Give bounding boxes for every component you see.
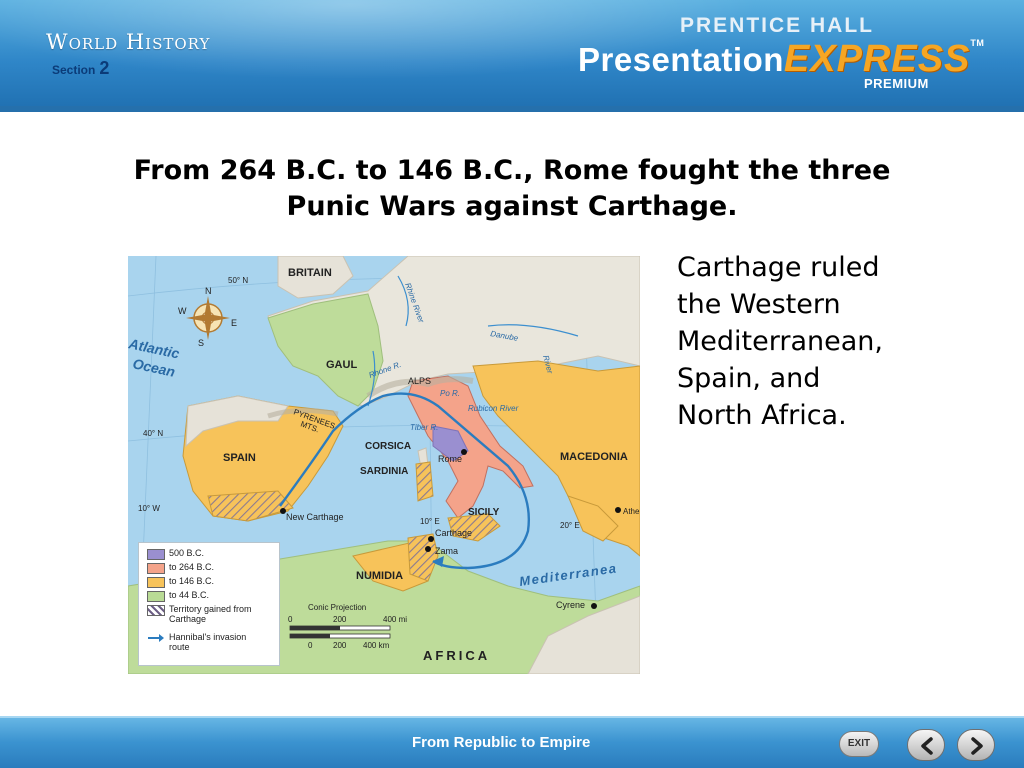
punic-wars-map: N S E W BRITAIN GAUL SPAIN CORSICA SARDI…	[128, 256, 640, 674]
next-slide-button[interactable]	[957, 729, 995, 761]
label-gaul: GAUL	[326, 359, 357, 371]
label-po: Po R.	[440, 389, 460, 398]
body-line: Spain, and	[677, 363, 821, 394]
label-macedonia: MACEDONIA	[560, 451, 628, 463]
series-title: World History	[46, 30, 211, 54]
label-britain: BRITAIN	[288, 267, 332, 279]
legend-swatch	[147, 591, 165, 602]
previous-slide-button[interactable]	[907, 729, 945, 761]
header-banner: World History Section 2 PRENTICE HALL Pre…	[0, 0, 1024, 112]
scale-km-200: 200	[333, 641, 347, 650]
label-rome: Rome	[438, 454, 462, 464]
label-africa: AFRICA	[423, 648, 490, 663]
scale-km-0: 0	[308, 641, 313, 650]
label-sardinia: SARDINIA	[360, 466, 408, 477]
body-line: Carthage ruled	[677, 252, 880, 283]
trademark-mark: TM	[970, 38, 985, 48]
sardinia	[415, 461, 434, 502]
map-legend: 500 B.C. to 264 B.C. to 146 B.C. to 44 B…	[138, 542, 280, 666]
compass-n: N	[205, 286, 212, 296]
body-line: North Africa.	[677, 400, 847, 431]
legend-swatch	[147, 549, 165, 560]
slide-body-text: Carthage ruled the Western Mediterranean…	[677, 249, 997, 434]
label-sicily: SICILY	[468, 507, 500, 518]
slide-heading: From 264 B.C. to 146 B.C., Rome fought t…	[40, 153, 984, 225]
heading-line-2: Punic Wars against Carthage.	[286, 191, 738, 222]
label-athens: Athe	[623, 507, 640, 516]
section-number: 2	[99, 58, 110, 78]
legend-swatch-hatched	[147, 605, 165, 616]
label-lon10e: 10° E	[420, 517, 440, 526]
label-lon10w: 10° W	[138, 504, 160, 513]
route-arrow-icon	[148, 634, 164, 642]
scale-mi-400: 400 mi	[383, 615, 407, 624]
compass-w: W	[178, 306, 187, 316]
chevron-left-icon	[921, 737, 933, 755]
label-cyrene: Cyrene	[556, 600, 585, 610]
rome-marker	[461, 449, 467, 455]
heading-line-1: From 264 B.C. to 146 B.C., Rome fought t…	[133, 155, 891, 186]
label-corsica: CORSICA	[365, 441, 411, 452]
scale-km-400: 400 km	[363, 641, 390, 650]
label-projection: Conic Projection	[308, 603, 366, 612]
athens-marker	[615, 507, 621, 513]
label-carthage: Carthage	[435, 528, 472, 538]
label-spain: SPAIN	[223, 452, 256, 464]
label-lat40: 40° N	[143, 429, 163, 438]
section-indicator: Section 2	[52, 58, 109, 79]
section-label: Section	[52, 63, 96, 77]
chapter-title: From Republic to Empire	[412, 734, 591, 751]
label-numidia: NUMIDIA	[356, 570, 403, 582]
legend-swatch	[147, 563, 165, 574]
edition-label: PREMIUM	[864, 76, 929, 91]
body-line: the Western	[677, 289, 841, 320]
product-prefix: Presentation	[578, 41, 784, 78]
carthage-marker	[428, 536, 434, 542]
scale-mi-200: 200	[333, 615, 347, 624]
chevron-right-icon	[971, 737, 983, 755]
label-lat50: 50° N	[228, 276, 248, 285]
cyrene-marker	[591, 603, 597, 609]
label-alps: ALPS	[408, 376, 431, 386]
label-lon20e: 20° E	[560, 521, 580, 530]
label-new-carthage: New Carthage	[286, 512, 344, 522]
zama-marker	[425, 546, 431, 552]
header-stripe	[0, 106, 1024, 112]
body-line: Mediterranean,	[677, 326, 883, 357]
new-carthage-marker	[280, 508, 286, 514]
compass-s: S	[198, 338, 204, 348]
label-zama: Zama	[435, 546, 458, 556]
exit-button[interactable]: EXIT	[839, 731, 879, 757]
publisher-name: PRENTICE HALL	[680, 14, 874, 37]
compass-e: E	[231, 318, 237, 328]
product-suffix: EXPRESS	[783, 38, 971, 80]
product-logo: PresentationEXPRESSTM	[578, 38, 984, 81]
label-rubicon: Rubicon River	[468, 404, 519, 413]
legend-swatch	[147, 577, 165, 588]
scale-mi-0: 0	[288, 615, 293, 624]
label-tiber: Tiber R.	[410, 423, 438, 432]
